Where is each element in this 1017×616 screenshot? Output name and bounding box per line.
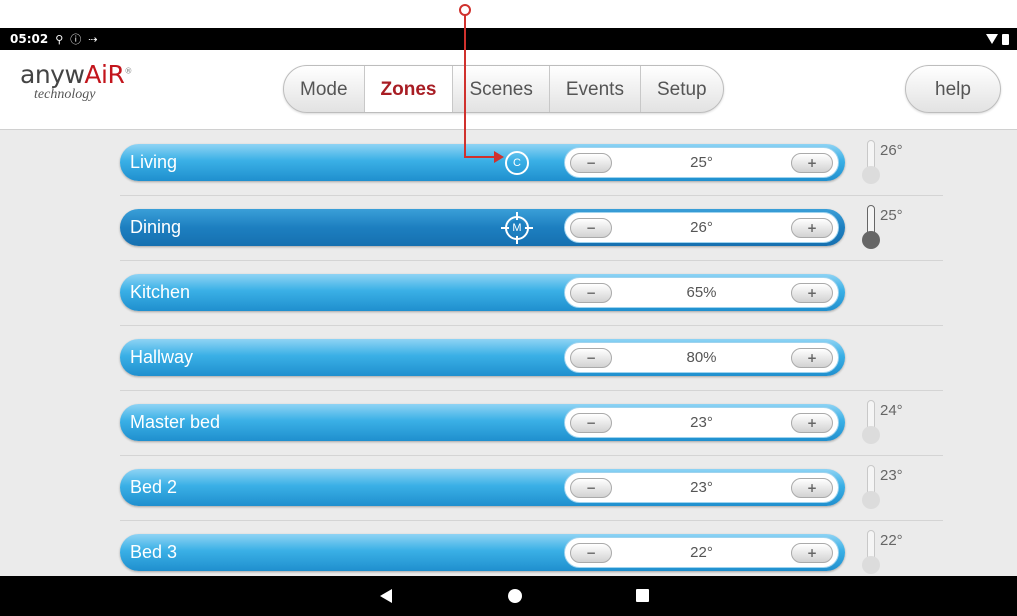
app-header: anywAiR® technology Mode Zones Scenes Ev… bbox=[0, 50, 1017, 130]
zone-row-bed-2: Bed 2 − 23° + 23° bbox=[120, 456, 943, 521]
zone-bar-dining[interactable]: Dining M − 26° + bbox=[120, 209, 845, 246]
tab-mode[interactable]: Mode bbox=[284, 66, 365, 112]
increase-button[interactable]: + bbox=[791, 153, 833, 173]
zone-row-living: Living C − 25° + 26° bbox=[120, 131, 943, 196]
zone-row-bed-3: Bed 3 − 22° + 22° bbox=[120, 521, 943, 576]
recent-apps-icon[interactable] bbox=[636, 589, 649, 602]
annotation-pin bbox=[459, 4, 471, 16]
zone-row-dining: Dining M − 26° + 25° bbox=[120, 196, 943, 261]
setpoint-value: 65% bbox=[686, 284, 717, 301]
zone-name: Dining bbox=[130, 217, 182, 237]
increase-button[interactable]: + bbox=[791, 348, 833, 368]
thermometer-icon bbox=[862, 140, 882, 184]
zone-setpoint-control: − 65% + bbox=[564, 277, 839, 308]
increase-button[interactable]: + bbox=[791, 543, 833, 563]
zone-row-master-bed: Master bed − 23° + 24° bbox=[120, 391, 943, 456]
annotation-line bbox=[464, 12, 466, 158]
current-temp: 23° bbox=[880, 467, 903, 484]
setpoint-value: 23° bbox=[690, 414, 713, 431]
annotation-line bbox=[464, 156, 496, 158]
increase-button[interactable]: + bbox=[791, 218, 833, 238]
thermometer-icon bbox=[862, 400, 882, 444]
decrease-button[interactable]: − bbox=[570, 413, 612, 433]
zone-name: Bed 3 bbox=[130, 542, 178, 562]
decrease-button[interactable]: − bbox=[570, 283, 612, 303]
zone-list: Living C − 25° + 26° Dining M − 26° + 25… bbox=[0, 131, 1017, 576]
tab-setup[interactable]: Setup bbox=[641, 66, 723, 112]
tab-scenes[interactable]: Scenes bbox=[453, 66, 550, 112]
info-icon: ⓘ bbox=[70, 33, 82, 46]
status-time: 05:02 bbox=[10, 32, 49, 46]
zone-bar-master-bed[interactable]: Master bed − 23° + bbox=[120, 404, 845, 441]
zone-bar-hallway[interactable]: Hallway − 80% + bbox=[120, 339, 845, 376]
current-temp: 22° bbox=[880, 532, 903, 549]
status-bar: 05:02 ⚲ ⓘ ⇢ bbox=[0, 28, 1017, 50]
tab-events[interactable]: Events bbox=[550, 66, 641, 112]
zone-name: Bed 2 bbox=[130, 477, 178, 497]
battery-icon bbox=[1002, 33, 1009, 45]
thermometer-icon bbox=[862, 465, 882, 509]
zone-name: Hallway bbox=[130, 347, 194, 367]
decrease-button[interactable]: − bbox=[570, 478, 612, 498]
zone-bar-bed-3[interactable]: Bed 3 − 22° + bbox=[120, 534, 845, 571]
setpoint-value: 23° bbox=[690, 479, 713, 496]
setpoint-value: 22° bbox=[690, 544, 713, 561]
increase-button[interactable]: + bbox=[791, 413, 833, 433]
setpoint-value: 25° bbox=[690, 154, 713, 171]
tab-zones[interactable]: Zones bbox=[364, 66, 454, 112]
current-temp: 25° bbox=[880, 207, 903, 224]
zone-bar-bed-2[interactable]: Bed 2 − 23° + bbox=[120, 469, 845, 506]
logo-subtitle: technology bbox=[34, 87, 96, 102]
help-button[interactable]: help bbox=[905, 65, 1001, 113]
zone-setpoint-control: − 26° + bbox=[564, 212, 839, 243]
current-temp: 24° bbox=[880, 402, 903, 419]
manual-mode-icon[interactable]: M bbox=[501, 212, 533, 244]
setpoint-value: 26° bbox=[690, 219, 713, 236]
annotation-canvas bbox=[0, 0, 1017, 28]
zone-name: Kitchen bbox=[130, 282, 191, 302]
thermometer-icon bbox=[862, 205, 882, 249]
zone-bar-kitchen[interactable]: Kitchen − 65% + bbox=[120, 274, 845, 311]
auto-mode-icon[interactable]: C bbox=[505, 151, 529, 175]
zone-name: Master bed bbox=[130, 412, 221, 432]
zone-row-kitchen: Kitchen − 65% + bbox=[120, 261, 943, 326]
zone-setpoint-control: − 22° + bbox=[564, 537, 839, 568]
zone-setpoint-control: − 25° + bbox=[564, 147, 839, 178]
zone-setpoint-control: − 23° + bbox=[564, 407, 839, 438]
zone-name: Living bbox=[130, 152, 178, 172]
decrease-button[interactable]: − bbox=[570, 348, 612, 368]
wifi-icon bbox=[986, 34, 998, 44]
back-icon[interactable] bbox=[380, 589, 392, 603]
increase-button[interactable]: + bbox=[791, 283, 833, 303]
main-tabs: Mode Zones Scenes Events Setup bbox=[283, 65, 724, 113]
zone-row-hallway: Hallway − 80% + bbox=[120, 326, 943, 391]
current-temp: 26° bbox=[880, 142, 903, 159]
signal-arrow-icon: ⇢ bbox=[88, 32, 98, 46]
annotation-arrow-icon bbox=[494, 151, 504, 163]
setpoint-value: 80% bbox=[686, 349, 717, 366]
decrease-button[interactable]: − bbox=[570, 218, 612, 238]
decrease-button[interactable]: − bbox=[570, 153, 612, 173]
zone-setpoint-control: − 80% + bbox=[564, 342, 839, 373]
zone-bar-living[interactable]: Living C − 25° + bbox=[120, 144, 845, 181]
increase-button[interactable]: + bbox=[791, 478, 833, 498]
system-nav-bar bbox=[0, 576, 1017, 616]
thermometer-icon bbox=[862, 530, 882, 574]
decrease-button[interactable]: − bbox=[570, 543, 612, 563]
home-icon[interactable] bbox=[508, 589, 522, 603]
usb-icon: ⚲ bbox=[55, 32, 64, 46]
anywair-logo: anywAiR® technology bbox=[20, 60, 132, 102]
zone-setpoint-control: − 23° + bbox=[564, 472, 839, 503]
